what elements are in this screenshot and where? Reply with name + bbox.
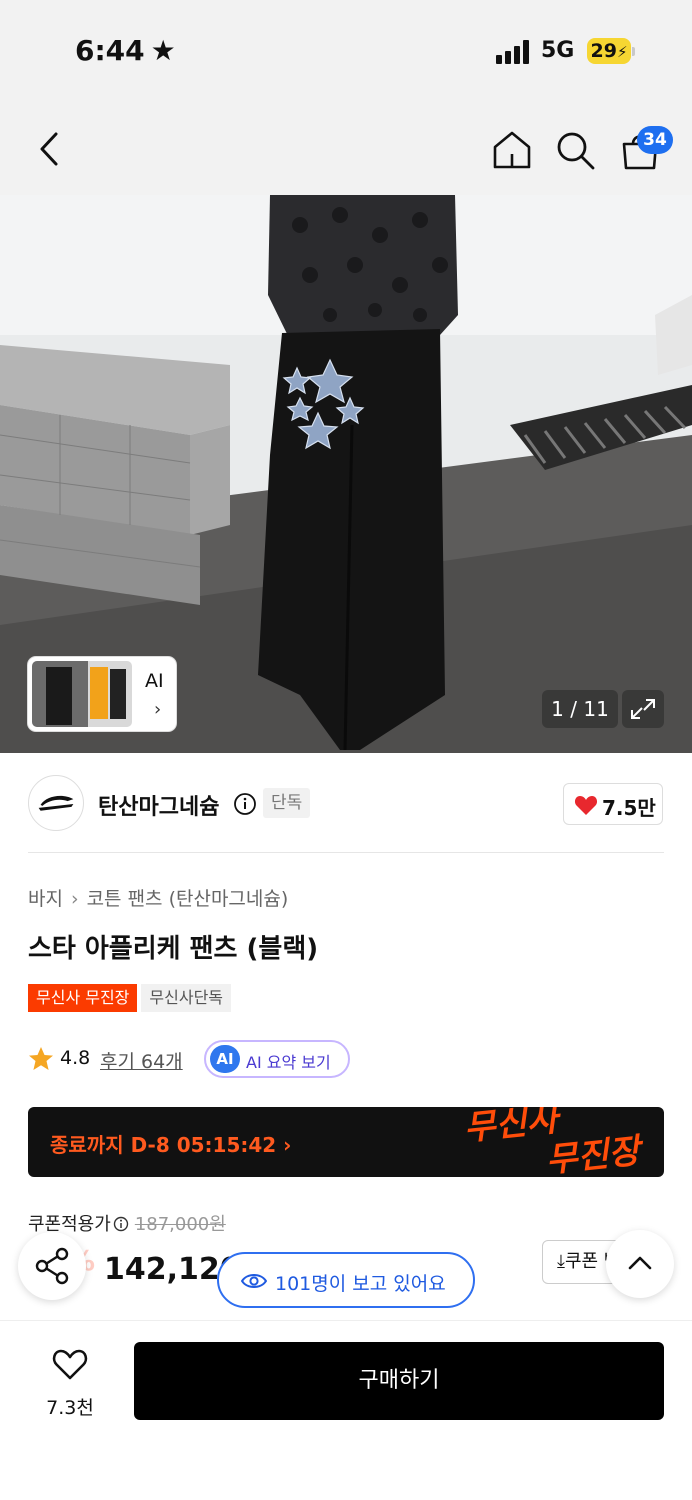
- network-label: 5G: [541, 38, 575, 63]
- signal-icon: [496, 40, 529, 64]
- ai-label: AI: [145, 670, 164, 692]
- brand-name[interactable]: 탄산마그네슘: [98, 789, 219, 821]
- back-arrow-icon[interactable]: [30, 126, 70, 172]
- original-price: 187,000원: [134, 1214, 226, 1235]
- chevron-right-icon: ›: [154, 699, 162, 720]
- cart-count-badge: 34: [637, 126, 673, 154]
- scroll-to-top-button[interactable]: [606, 1230, 674, 1298]
- brand-like-count: 7.5만: [602, 796, 656, 820]
- brand-row: 탄산마그네슘 단독 7.5만: [0, 753, 692, 853]
- heart-outline-icon: [52, 1349, 88, 1380]
- image-page-indicator: 1 / 11: [542, 690, 618, 728]
- top-nav: 34: [0, 100, 692, 195]
- review-count-link[interactable]: 후기 64개: [100, 1047, 183, 1074]
- breadcrumb: 바지 › 코튼 팬츠 (탄산마그네슘): [28, 884, 288, 911]
- star-icon: ★: [150, 34, 176, 67]
- battery-level: 29: [590, 40, 617, 62]
- rating-score: 4.8: [60, 1047, 91, 1069]
- home-icon[interactable]: [490, 128, 534, 172]
- breadcrumb-item-category[interactable]: 바지: [28, 888, 63, 910]
- bottom-action-bar: 7.3천 구매하기: [0, 1320, 692, 1500]
- eye-icon: [241, 1274, 267, 1288]
- brand-like-button[interactable]: 7.5만: [563, 783, 663, 825]
- product-image-gallery[interactable]: AI › 1 / 11: [0, 195, 692, 753]
- divider: [28, 852, 664, 853]
- thumbnail-image: [32, 661, 132, 727]
- share-icon: [35, 1247, 69, 1285]
- favorite-button[interactable]: 7.3천: [30, 1343, 110, 1423]
- search-icon[interactable]: [553, 128, 597, 172]
- promo-logo-line2: 무진장: [544, 1131, 642, 1177]
- chevron-right-icon: ›: [70, 888, 79, 910]
- ai-badge-icon: AI: [210, 1045, 240, 1073]
- info-icon[interactable]: [113, 1216, 129, 1232]
- product-title: 스타 아플리케 팬츠 (블랙): [28, 934, 319, 964]
- tag-musinsa-mujinjang: 무신사 무진장: [28, 984, 138, 1012]
- star-icon: [29, 1047, 53, 1070]
- viewers-text: 101명이 보고 있어요: [275, 1273, 446, 1295]
- heart-filled-icon: [574, 796, 598, 815]
- countdown-text: 종료까지 D-8 05:15:42 ›: [50, 1133, 292, 1157]
- buy-button[interactable]: 구매하기: [134, 1342, 664, 1420]
- status-time: 6:44 ★: [75, 34, 176, 67]
- ai-summary-label: AI 요약 보기: [246, 1053, 331, 1072]
- countdown-banner[interactable]: 종료까지 D-8 05:15:42 › 무신사 무진장: [28, 1107, 664, 1177]
- battery-tip: [632, 47, 635, 56]
- breadcrumb-item-subcategory[interactable]: 코튼 팬츠 (탄산마그네슘): [87, 888, 289, 910]
- brand-logo[interactable]: [28, 775, 84, 831]
- ai-thumbnail-card[interactable]: AI ›: [28, 657, 176, 731]
- chevron-up-icon: [628, 1256, 652, 1270]
- favorite-count: 7.3천: [46, 1397, 94, 1419]
- info-icon[interactable]: [233, 792, 257, 816]
- battery-icon: 29⚡: [587, 38, 631, 64]
- status-bar: 6:44 ★ 5G 29⚡: [0, 0, 692, 100]
- tag-musinsa-exclusive: 무신사단독: [141, 984, 232, 1012]
- share-button[interactable]: [18, 1232, 86, 1300]
- exclusive-tag: 단독: [263, 788, 311, 818]
- viewers-badge: 101명이 보고 있어요: [217, 1252, 475, 1308]
- ai-summary-button[interactable]: AI AI 요약 보기: [204, 1040, 350, 1078]
- product-tags: 무신사 무진장 무신사단독: [28, 984, 232, 1012]
- expand-icon[interactable]: [622, 690, 664, 728]
